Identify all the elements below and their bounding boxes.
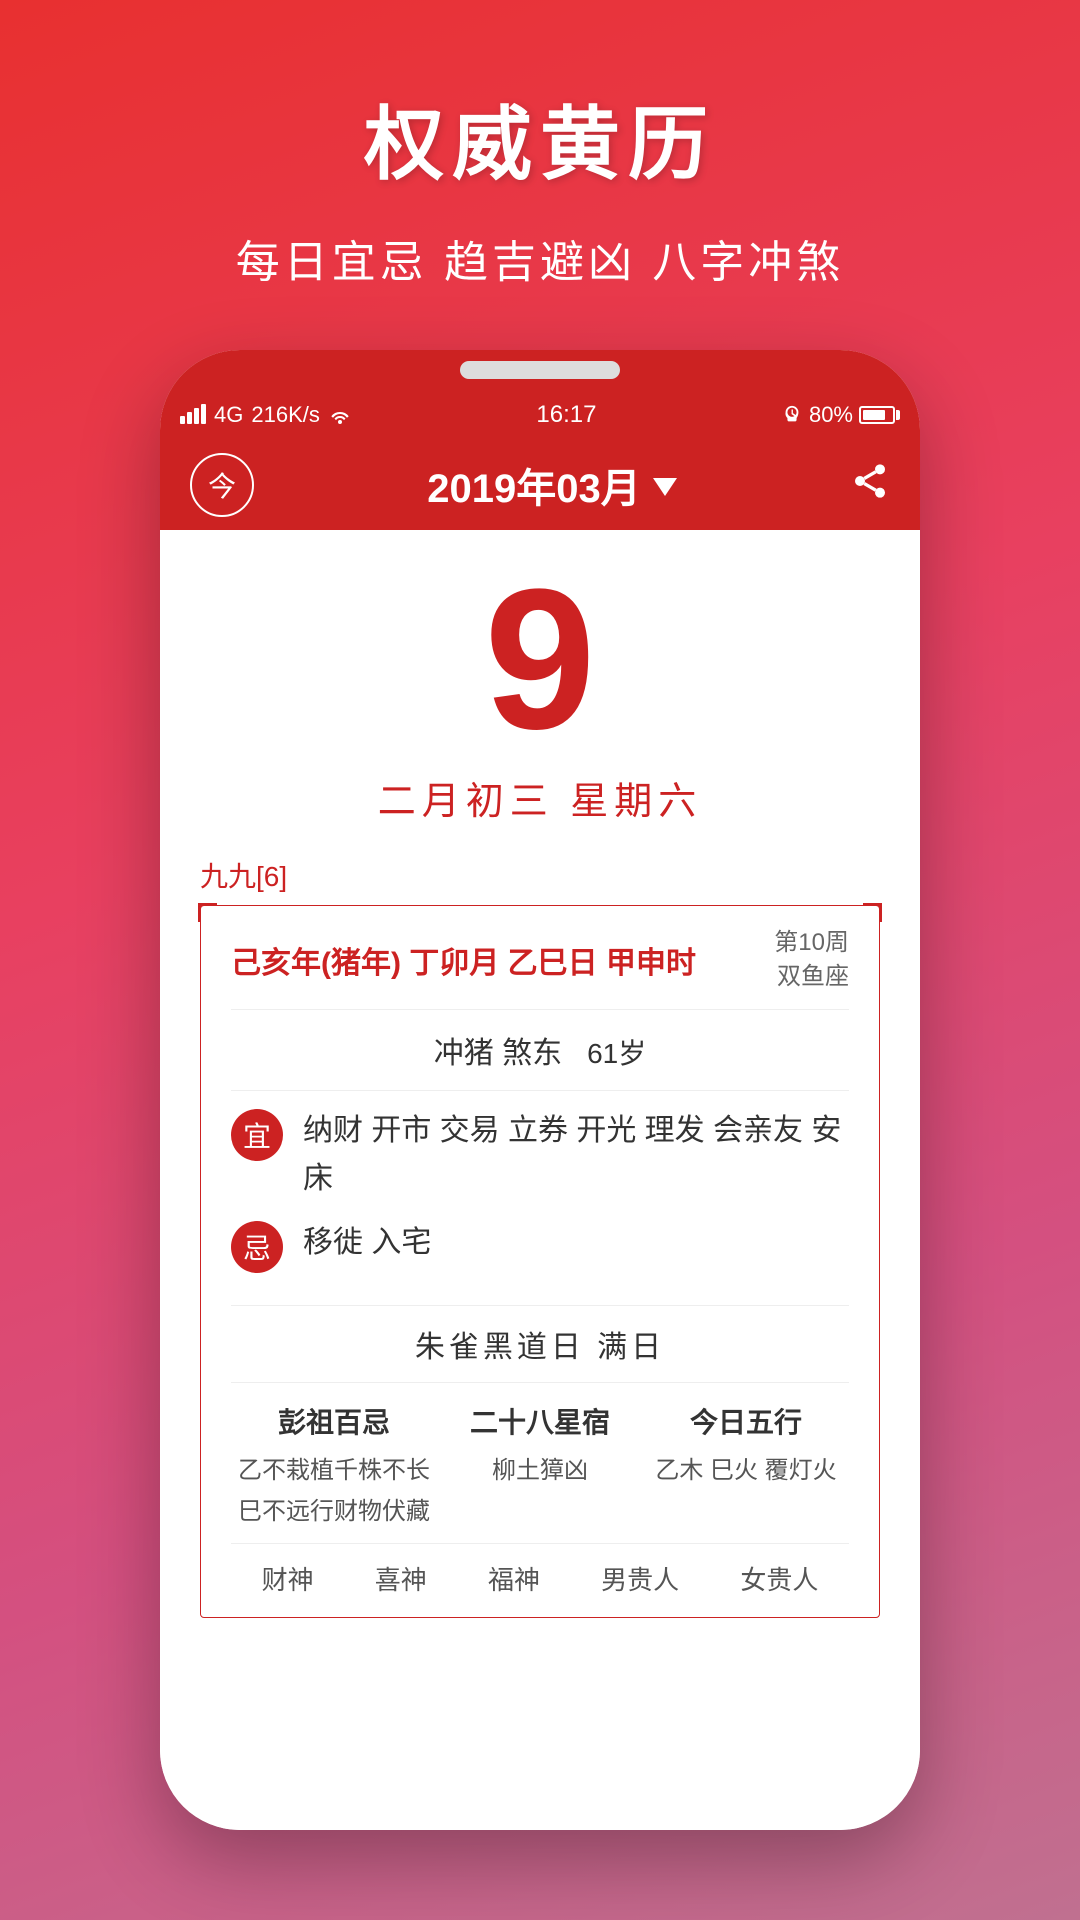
ji-badge: 忌 bbox=[231, 1221, 283, 1273]
main-content: 9 二月初三 星期六 九九[6] 己亥年(猪年) 丁卯月 乙巳日 甲申时 第10… bbox=[160, 530, 920, 1830]
battery-icon bbox=[859, 406, 900, 424]
app-background: 权威黄历 每日宜忌 趋吉避凶 八字冲煞 4G 216K/s 16:1 bbox=[0, 0, 1080, 1920]
label-caisheng: 财神 bbox=[262, 1560, 314, 1597]
signal-icon bbox=[180, 406, 206, 424]
col1-content: 乙不栽植千株不长巳不远行财物伏藏 bbox=[231, 1451, 437, 1533]
nine-nine-label: 九九[6] bbox=[200, 855, 880, 895]
status-right: 80% bbox=[781, 402, 900, 428]
col-stars: 二十八星宿 柳土獐凶 bbox=[437, 1401, 643, 1533]
battery-pct: 80% bbox=[809, 402, 853, 428]
signal-label: 4G bbox=[214, 402, 243, 428]
month-label: 2019年03月 bbox=[427, 456, 640, 514]
chong-text: 冲猪 煞东 bbox=[434, 1037, 562, 1070]
col3-title: 今日五行 bbox=[643, 1401, 849, 1441]
ji-content: 移徙 入宅 bbox=[303, 1219, 849, 1267]
dropdown-arrow-icon bbox=[653, 478, 677, 496]
speed-label: 216K/s bbox=[251, 402, 320, 428]
app-title: 权威黄历 bbox=[364, 80, 716, 196]
col2-title: 二十八星宿 bbox=[437, 1401, 643, 1441]
month-selector[interactable]: 2019年03月 bbox=[427, 456, 676, 514]
three-columns: 彭祖百忌 乙不栽植千株不长巳不远行财物伏藏 二十八星宿 柳土獐凶 今日五行 乙木… bbox=[231, 1383, 849, 1544]
week-zodiac: 第10周 双鱼座 bbox=[774, 926, 849, 993]
chong-row: 冲猪 煞东 61岁 bbox=[231, 1010, 849, 1091]
wifi-icon bbox=[328, 406, 352, 424]
col-wuxing: 今日五行 乙木 巳火 覆灯火 bbox=[643, 1401, 849, 1533]
col1-title: 彭祖百忌 bbox=[231, 1401, 437, 1441]
zodiac-label: 双鱼座 bbox=[774, 960, 849, 994]
week-label: 第10周 bbox=[774, 926, 849, 960]
ganzhi-text: 己亥年(猪年) 丁卯月 乙巳日 甲申时 bbox=[231, 938, 696, 982]
age-text: 61岁 bbox=[587, 1038, 646, 1069]
alarm-icon bbox=[781, 404, 803, 426]
col-pengzu: 彭祖百忌 乙不栽植千株不长巳不远行财物伏藏 bbox=[231, 1401, 437, 1533]
black-day-row: 朱雀黑道日 满日 bbox=[231, 1306, 849, 1383]
lunar-date: 二月初三 星期六 bbox=[378, 770, 703, 825]
label-nv-guiren: 女贵人 bbox=[740, 1560, 818, 1597]
label-nan-guiren: 男贵人 bbox=[601, 1560, 679, 1597]
yi-row: 宜 纳财 开市 交易 立券 开光 理发 会亲友 安床 bbox=[231, 1107, 849, 1203]
ganzhi-row: 己亥年(猪年) 丁卯月 乙巳日 甲申时 第10周 双鱼座 bbox=[231, 926, 849, 1010]
today-label: 今 bbox=[208, 465, 236, 505]
phone-speaker bbox=[460, 361, 620, 379]
today-button[interactable]: 今 bbox=[190, 453, 254, 517]
col3-content: 乙木 巳火 覆灯火 bbox=[643, 1451, 849, 1492]
app-header: 今 2019年03月 bbox=[160, 440, 920, 530]
share-button[interactable] bbox=[850, 461, 890, 510]
yi-ji-section: 宜 纳财 开市 交易 立券 开光 理发 会亲友 安床 忌 移徙 入宅 bbox=[231, 1091, 849, 1306]
col2-content: 柳土獐凶 bbox=[437, 1451, 643, 1492]
label-xisheng: 喜神 bbox=[375, 1560, 427, 1597]
yi-label: 宜 bbox=[243, 1115, 271, 1155]
label-fusheng: 福神 bbox=[488, 1560, 540, 1597]
info-box: 己亥年(猪年) 丁卯月 乙巳日 甲申时 第10周 双鱼座 冲猪 煞东 61岁 bbox=[200, 905, 880, 1618]
ji-label: 忌 bbox=[243, 1227, 271, 1267]
status-time: 16:17 bbox=[536, 401, 596, 429]
yi-content: 纳财 开市 交易 立券 开光 理发 会亲友 安床 bbox=[303, 1107, 849, 1203]
share-icon bbox=[850, 461, 890, 501]
day-number: 9 bbox=[484, 560, 595, 760]
phone-frame: 4G 216K/s 16:17 80% bbox=[160, 350, 920, 1830]
yi-badge: 宜 bbox=[231, 1109, 283, 1161]
ji-row: 忌 移徙 入宅 bbox=[231, 1219, 849, 1273]
phone-top bbox=[160, 350, 920, 390]
info-section: 九九[6] 己亥年(猪年) 丁卯月 乙巳日 甲申时 第10周 双鱼座 冲猪 煞东 bbox=[200, 855, 880, 1618]
status-left: 4G 216K/s bbox=[180, 402, 352, 428]
bottom-labels: 财神 喜神 福神 男贵人 女贵人 bbox=[231, 1544, 849, 1597]
app-subtitle: 每日宜忌 趋吉避凶 八字冲煞 bbox=[236, 226, 844, 290]
status-bar: 4G 216K/s 16:17 80% bbox=[160, 390, 920, 440]
